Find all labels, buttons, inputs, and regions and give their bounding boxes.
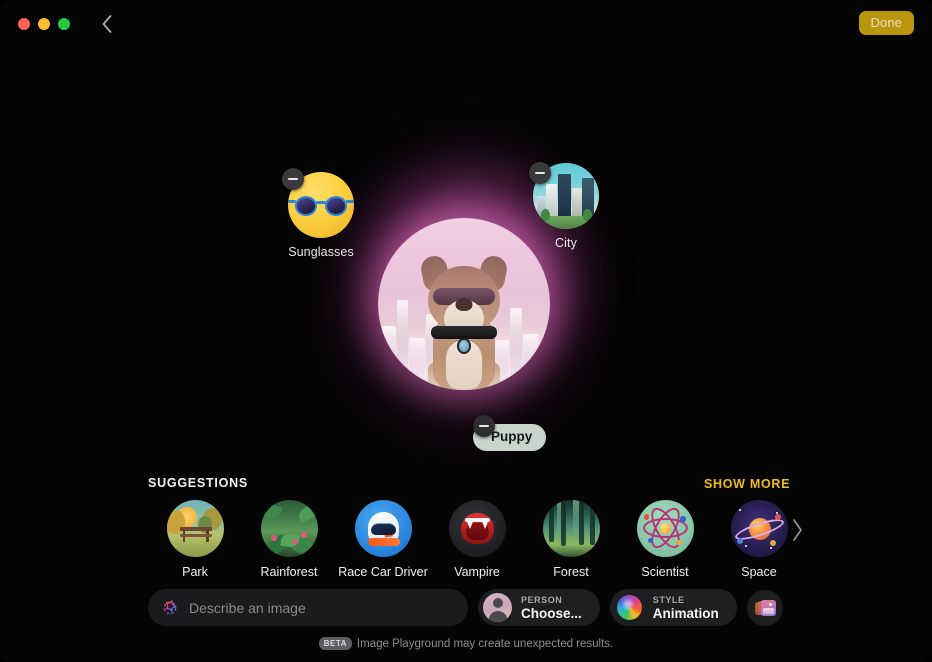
suggestions-heading: SUGGESTIONS bbox=[148, 476, 248, 490]
suggestion-vampire[interactable]: Vampire bbox=[430, 500, 524, 579]
suggestion-thumbnail[interactable] bbox=[730, 500, 788, 557]
done-button[interactable]: Done bbox=[858, 11, 914, 35]
concept-sunglasses[interactable]: Sunglasses bbox=[282, 168, 354, 259]
suggestion-thumbnail[interactable] bbox=[448, 500, 506, 557]
style-picker-button[interactable]: STYLE Animation bbox=[609, 589, 737, 626]
zoom-window-button[interactable] bbox=[58, 18, 70, 30]
concept-puppy[interactable]: Puppy bbox=[473, 415, 547, 451]
suggestion-label: Park bbox=[182, 565, 208, 579]
disclaimer-text: Image Playground may create unexpected r… bbox=[356, 637, 614, 650]
show-more-button[interactable]: SHOW MORE bbox=[704, 477, 790, 491]
bottom-toolbar: Describe an image PERSON Choose... STYLE… bbox=[148, 589, 783, 626]
image-canvas: Sunglasses City Puppy bbox=[0, 48, 932, 460]
describe-placeholder: Describe an image bbox=[189, 599, 306, 616]
suggestion-forest[interactable]: Forest bbox=[524, 500, 618, 579]
suggestion-label: Space bbox=[741, 565, 777, 579]
suggestion-thumbnail[interactable] bbox=[542, 500, 600, 557]
footer-disclaimer: BETA Image Playground may create unexpec… bbox=[0, 637, 932, 650]
style-key-label: STYLE bbox=[652, 594, 685, 605]
remove-concept-icon[interactable] bbox=[282, 168, 304, 190]
suggestion-park[interactable]: Park bbox=[148, 500, 242, 579]
suggestion-race-car-driver[interactable]: Race Car Driver bbox=[336, 500, 430, 579]
image-playground-window: Done Sunglasses City Puppy SUGGESTIONS S… bbox=[0, 0, 932, 662]
beta-badge: BETA bbox=[318, 637, 352, 650]
generated-image-bitmap bbox=[378, 218, 550, 390]
person-key-label: PERSON bbox=[521, 594, 563, 605]
suggestion-label: Rainforest bbox=[260, 565, 318, 579]
generated-image[interactable] bbox=[378, 218, 550, 390]
chevron-right-icon bbox=[793, 519, 802, 541]
suggestion-label: Vampire bbox=[454, 565, 500, 579]
style-value-label: Animation bbox=[652, 605, 719, 621]
suggestion-thumbnail[interactable] bbox=[166, 500, 224, 557]
minimize-window-button[interactable] bbox=[38, 18, 50, 30]
rainforest-icon bbox=[260, 500, 318, 557]
suggestion-thumbnail[interactable] bbox=[354, 500, 412, 557]
person-picker-button[interactable]: PERSON Choose... bbox=[478, 589, 600, 626]
back-button[interactable] bbox=[94, 11, 120, 37]
suggestions-row: Park Rainforest Race Car Driver Vampire … bbox=[148, 500, 808, 579]
remove-concept-icon[interactable] bbox=[473, 415, 495, 437]
suggestions-next-button[interactable] bbox=[791, 518, 804, 547]
title-bar: Done bbox=[0, 0, 932, 48]
suggestion-thumbnail[interactable] bbox=[260, 500, 318, 557]
suggestion-label: Scientist bbox=[641, 565, 689, 579]
suggestion-label: Forest bbox=[553, 565, 589, 579]
photos-picker-button[interactable] bbox=[746, 589, 783, 626]
park-icon bbox=[166, 500, 224, 557]
racing-helmet-icon bbox=[354, 500, 412, 557]
traffic-lights bbox=[18, 18, 70, 30]
suggestion-rainforest[interactable]: Rainforest bbox=[242, 500, 336, 579]
person-value-label: Choose... bbox=[521, 605, 582, 621]
concept-city[interactable]: City bbox=[529, 162, 599, 250]
vampire-mouth-icon bbox=[448, 500, 506, 557]
concept-label: Sunglasses bbox=[288, 245, 354, 259]
suggestion-label: Race Car Driver bbox=[338, 565, 428, 579]
person-avatar-icon bbox=[483, 593, 512, 622]
atom-icon bbox=[636, 500, 694, 557]
remove-concept-icon[interactable] bbox=[529, 162, 551, 184]
forest-icon bbox=[542, 500, 600, 557]
suggestion-thumbnail[interactable] bbox=[636, 500, 694, 557]
describe-input[interactable]: Describe an image bbox=[148, 589, 468, 626]
apple-intelligence-sparkle-icon bbox=[163, 599, 177, 614]
close-window-button[interactable] bbox=[18, 18, 30, 30]
suggestion-scientist[interactable]: Scientist bbox=[618, 500, 712, 579]
chevron-left-icon bbox=[102, 15, 112, 33]
planet-icon bbox=[730, 500, 788, 557]
style-sphere-icon bbox=[615, 593, 644, 622]
concept-label: City bbox=[555, 236, 577, 250]
puppy-figure bbox=[408, 250, 520, 390]
